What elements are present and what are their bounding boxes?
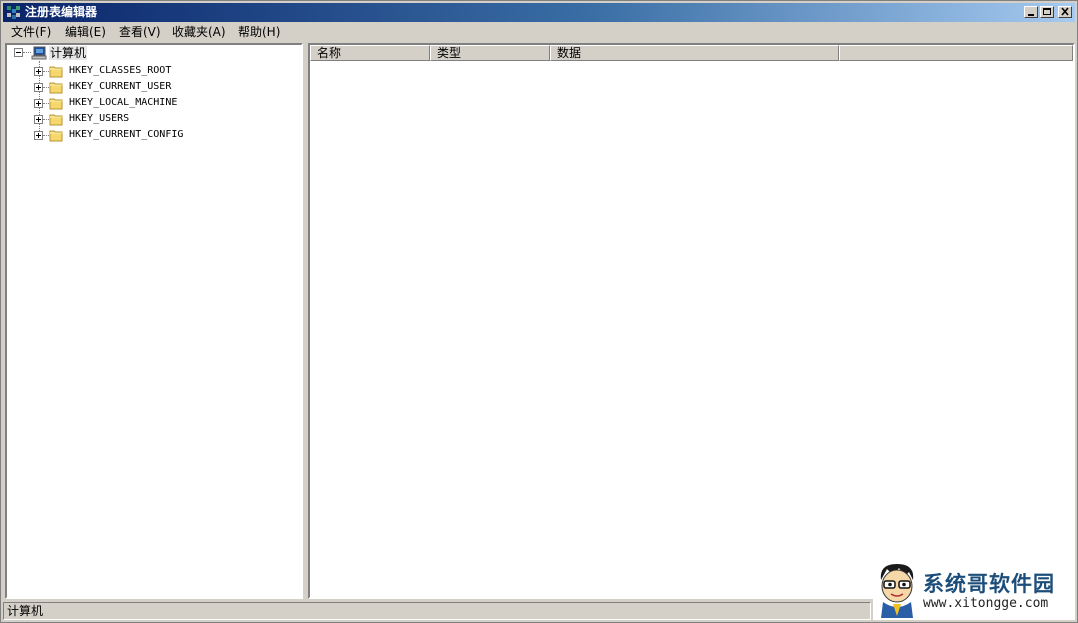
tree-item-hkey-current-config[interactable]: HKEY_CURRENT_CONFIG (7, 127, 297, 143)
watermark-url: www.xitongge.com (923, 596, 1049, 611)
watermark-logo: 系统哥软件园 www.xitongge.com (873, 558, 1075, 620)
menu-file[interactable]: 文件(F) (9, 24, 53, 41)
computer-icon (31, 46, 47, 60)
plus-icon (36, 133, 41, 138)
maximize-icon (1043, 8, 1051, 15)
tree-item-label: HKEY_LOCAL_MACHINE (69, 97, 178, 108)
folder-icon (49, 66, 63, 78)
expand-toggle[interactable] (34, 131, 43, 140)
watermark-title: 系统哥软件园 (923, 572, 1055, 596)
expand-toggle[interactable] (34, 83, 43, 92)
values-list-pane[interactable]: 名称 类型 数据 (308, 43, 1075, 599)
tree-item-label: HKEY_USERS (69, 113, 130, 124)
folder-icon (49, 130, 63, 142)
expand-toggle[interactable] (34, 115, 43, 124)
list-header: 名称 类型 数据 (310, 45, 1073, 61)
minus-icon (16, 52, 21, 53)
plus-icon (36, 101, 41, 106)
expand-toggle[interactable] (34, 67, 43, 76)
menu-bar: 文件(F) 编辑(E) 查看(V) 收藏夹(A) 帮助(H) (3, 23, 1075, 42)
tree-item-label: HKEY_CLASSES_ROOT (69, 65, 172, 76)
tree-item-hkey-current-user[interactable]: HKEY_CURRENT_USER (7, 79, 297, 95)
tree-item-label: HKEY_CURRENT_CONFIG (69, 129, 184, 140)
column-header-name[interactable]: 名称 (310, 45, 430, 61)
minimize-icon (1028, 14, 1034, 16)
plus-icon (36, 85, 41, 90)
tree-item-label: HKEY_CURRENT_USER (69, 81, 172, 92)
column-header-data[interactable]: 数据 (550, 45, 839, 61)
tree-pane[interactable]: 计算机 HKEY_CLASSES_ROOT HKEY_CURRENT_USER … (5, 43, 303, 599)
window-title: 注册表编辑器 (25, 5, 98, 19)
folder-icon (49, 82, 63, 94)
expand-toggle[interactable] (34, 99, 43, 108)
menu-favorites[interactable]: 收藏夹(A) (170, 24, 228, 41)
collapse-toggle[interactable] (14, 48, 23, 57)
title-bar[interactable]: 注册表编辑器 (3, 3, 1075, 22)
mascot-icon (880, 564, 914, 618)
column-header-type[interactable]: 类型 (430, 45, 550, 61)
menu-help[interactable]: 帮助(H) (236, 24, 282, 41)
tree-root-computer[interactable]: 计算机 (49, 46, 88, 60)
registry-editor-window: 注册表编辑器 文件(F) 编辑(E) 查看(V) 收藏夹(A) 帮助(H) 计算… (0, 0, 1078, 623)
plus-icon (36, 117, 41, 122)
close-button[interactable] (1058, 6, 1072, 18)
menu-view[interactable]: 查看(V) (117, 24, 163, 41)
tree-item-hkey-classes-root[interactable]: HKEY_CLASSES_ROOT (7, 63, 297, 79)
status-text: 计算机 (3, 602, 871, 620)
menu-edit[interactable]: 编辑(E) (63, 24, 108, 41)
close-icon (1061, 7, 1069, 16)
maximize-button[interactable] (1040, 6, 1054, 18)
column-header-filler (839, 45, 1073, 61)
minimize-button[interactable] (1024, 6, 1038, 18)
tree-item-hkey-local-machine[interactable]: HKEY_LOCAL_MACHINE (7, 95, 297, 111)
plus-icon (36, 69, 41, 74)
folder-icon (49, 114, 63, 126)
tree-item-hkey-users[interactable]: HKEY_USERS (7, 111, 297, 127)
regedit-app-icon (7, 6, 20, 19)
folder-icon (49, 98, 63, 110)
tree-connector (23, 52, 31, 54)
